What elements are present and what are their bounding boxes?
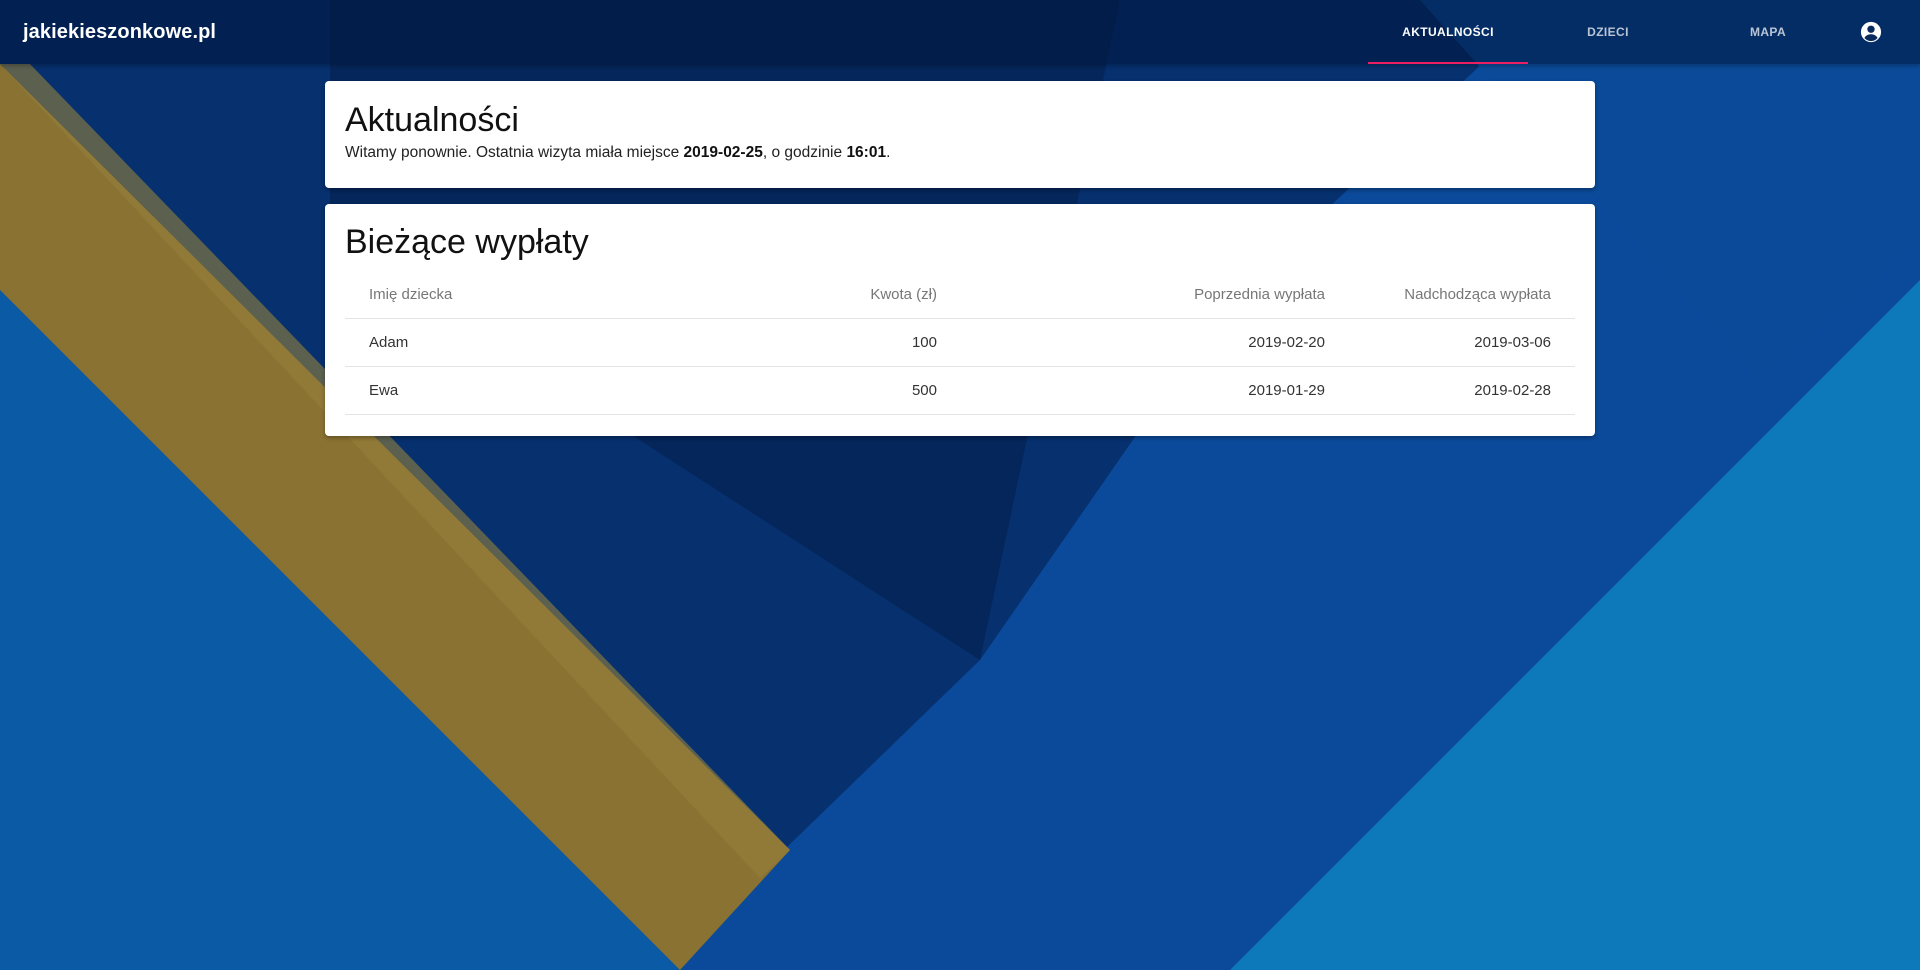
last-visit-date: 2019-02-25 (683, 144, 763, 161)
child-name-cell: Adam (345, 318, 733, 367)
column-header-previous-payout[interactable]: Poprzednia wypłata (961, 270, 1349, 319)
previous-payout-cell: 2019-02-20 (961, 318, 1349, 367)
next-payout-cell: 2019-02-28 (1349, 366, 1575, 415)
last-visit-time: 16:01 (846, 144, 887, 161)
news-card: Aktualności Witamy ponownie. Ostatnia wi… (325, 81, 1595, 188)
welcome-message: Witamy ponownie. Ostatnia wizyta miała m… (345, 144, 890, 162)
column-header-child-name[interactable]: Imię dziecka (345, 270, 733, 319)
tab-map[interactable]: MAPA (1688, 0, 1848, 64)
welcome-suffix: . (886, 144, 891, 161)
table-header-row: Imię dziecka Kwota (zł) Poprzednia wypła… (345, 270, 1575, 319)
table-row[interactable]: Adam 100 2019-02-20 2019-03-06 (345, 318, 1575, 367)
welcome-prefix: Witamy ponownie. Ostatnia wizyta miała m… (345, 144, 684, 161)
amount-cell: 100 (733, 318, 961, 367)
payouts-title: Bieżące wypłaty (345, 223, 589, 261)
tab-children[interactable]: DZIECI (1528, 0, 1688, 64)
brand-logo[interactable]: jakiekieszonkowe.pl (23, 0, 216, 64)
amount-cell: 500 (733, 366, 961, 415)
column-header-next-payout[interactable]: Nadchodząca wypłata (1349, 270, 1575, 319)
previous-payout-cell: 2019-01-29 (961, 366, 1349, 415)
payouts-table: Imię dziecka Kwota (zł) Poprzednia wypła… (345, 270, 1575, 415)
payouts-card: Bieżące wypłaty Imię dziecka Kwota (zł) … (325, 204, 1595, 436)
table-row[interactable]: Ewa 500 2019-01-29 2019-02-28 (345, 366, 1575, 415)
account-circle-icon[interactable] (1860, 21, 1882, 43)
column-header-amount[interactable]: Kwota (zł) (733, 270, 961, 319)
welcome-middle: , o godzinie (762, 144, 847, 161)
news-title: Aktualności (345, 101, 519, 139)
tab-news[interactable]: AKTUALNOŚCI (1368, 0, 1528, 64)
top-app-bar: jakiekieszonkowe.pl AKTUALNOŚCI DZIECI M… (0, 0, 1920, 64)
next-payout-cell: 2019-03-06 (1349, 318, 1575, 367)
child-name-cell: Ewa (345, 366, 733, 415)
